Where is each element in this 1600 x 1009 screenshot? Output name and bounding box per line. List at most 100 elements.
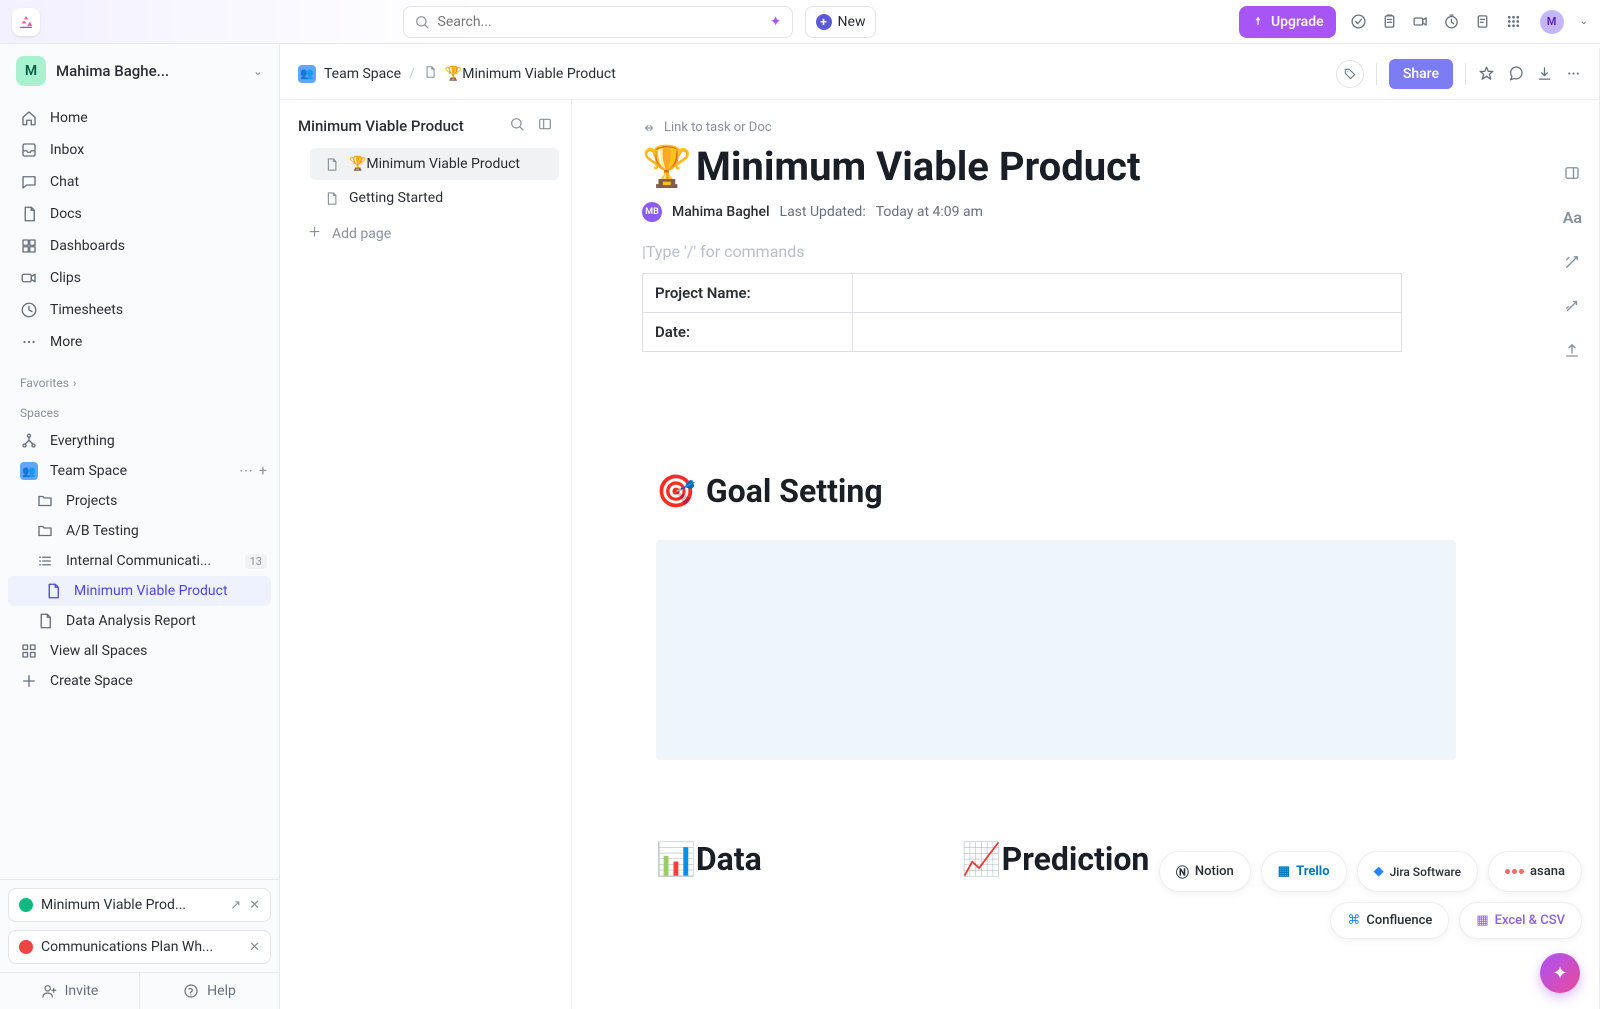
sidebar-item-clips[interactable]: Clips [8,262,271,294]
sidebar-toggle-icon[interactable] [537,116,553,136]
star-icon[interactable] [1478,65,1495,82]
data-heading[interactable]: 📊Data [656,840,762,878]
overflow-menu-icon[interactable] [1565,65,1582,82]
import-notion[interactable]: ⓃNotion [1159,851,1251,892]
new-button[interactable]: + New [805,6,877,38]
plus-icon: + [816,14,832,30]
breadcrumb-teamspace[interactable]: Team Space [324,66,401,82]
sidebar-item-timesheets[interactable]: Timesheets [8,294,271,326]
panel-icon[interactable] [1563,164,1582,182]
date-value[interactable] [853,313,1402,352]
invite-button[interactable]: Invite [0,973,139,1009]
space-projects[interactable]: Projects [0,486,279,516]
prediction-heading[interactable]: 📈Prediction [962,840,1150,878]
properties-table[interactable]: Project Name: Date: [642,273,1402,352]
view-all-spaces[interactable]: View all Spaces [0,636,279,666]
import-jira[interactable]: ◆Jira Software [1357,851,1478,892]
global-search[interactable]: ✦ [403,6,793,38]
trend-icon: 📈 [962,840,1002,878]
sidebar-item-dashboards[interactable]: Dashboards [8,230,271,262]
doc-title[interactable]: 🏆Minimum Viable Product [642,143,1540,190]
search-input[interactable] [438,14,770,30]
ai-fab-button[interactable]: ✦ [1540,953,1580,993]
upgrade-button[interactable]: Upgrade [1239,6,1336,38]
download-icon[interactable] [1536,65,1553,82]
sidebar-item-home[interactable]: Home [8,102,271,134]
space-mvp[interactable]: Minimum Viable Product [8,576,271,606]
doc-icon [44,582,62,600]
space-more-icon[interactable]: ⋯ [239,463,253,479]
space-internal-comm[interactable]: Internal Communicati...13 [0,546,279,576]
doc-icon [423,65,437,83]
search-icon[interactable] [509,116,525,136]
teamspace-icon[interactable]: 👥 [298,65,316,83]
updated-label: Last Updated: [780,204,866,220]
breadcrumb: 👥 Team Space / 🏆Minimum Viable Product [298,65,616,83]
chat-icon [20,173,38,191]
space-add-icon[interactable]: + [259,463,267,479]
timesheets-icon [20,301,38,319]
search-icon [414,14,430,30]
help-icon [183,983,199,999]
ai-sparkle-icon[interactable]: ✦ [770,14,782,30]
dashboards-icon [20,237,38,255]
goal-setting-block[interactable] [656,540,1456,760]
clock-icon[interactable] [1443,13,1460,30]
docnav-add-page[interactable]: Add page [295,216,559,251]
comment-icon[interactable] [1507,65,1524,82]
sparkle-icon: ✦ [1552,963,1567,984]
recent-doc-comm[interactable]: Communications Plan Wh... ✕ [8,930,271,964]
avatar-chevron-icon[interactable]: ⌄ [1580,16,1588,27]
docnav-item-getting-started[interactable]: Getting Started [310,182,559,214]
sidebar-item-inbox[interactable]: Inbox [8,134,271,166]
magic-icon[interactable] [1563,297,1582,315]
check-circle-icon[interactable] [1350,13,1367,30]
space-data-analysis[interactable]: Data Analysis Report [0,606,279,636]
import-trello[interactable]: ▦Trello [1261,851,1347,892]
project-name-value[interactable] [853,274,1402,313]
excel-logo-icon: ▦ [1476,913,1488,928]
wand-icon[interactable] [1563,253,1582,271]
space-everything[interactable]: Everything [0,426,279,456]
help-button[interactable]: Help [139,973,279,1009]
sidebar-item-more[interactable]: More [8,326,271,358]
clipboard-icon[interactable] [1381,13,1398,30]
clips-icon [20,269,38,287]
trophy-icon: 🏆 [642,143,692,190]
export-icon[interactable] [1563,341,1582,359]
user-avatar[interactable]: M [1540,10,1564,34]
docnav-item-mvp[interactable]: 🏆Minimum Viable Product [310,148,559,180]
author-name[interactable]: Mahima Baghel [672,204,770,220]
docnav-title: Minimum Viable Product [298,117,464,135]
record-icon[interactable] [1412,13,1429,30]
slash-command-hint[interactable]: |Type '/' for commands [642,242,1540,261]
import-excel[interactable]: ▦Excel & CSV [1459,902,1582,939]
close-icon[interactable]: ✕ [249,940,260,955]
chevron-down-icon: ⌄ [253,64,263,78]
tag-icon[interactable] [1336,60,1364,88]
sidebar-item-chat[interactable]: Chat [8,166,271,198]
share-button[interactable]: Share [1389,59,1453,89]
favorites-section[interactable]: Favorites› [0,366,279,396]
space-ab-testing[interactable]: A/B Testing [0,516,279,546]
import-confluence[interactable]: ⌘Confluence [1330,902,1449,939]
breadcrumb-doc[interactable]: 🏆Minimum Viable Product [445,66,616,82]
sidebar-item-docs[interactable]: Docs [8,198,271,230]
recent-doc-mvp[interactable]: Minimum Viable Prod... ↗ ✕ [8,888,271,922]
plus-icon [307,224,322,243]
typography-icon[interactable]: Aa [1563,208,1582,227]
apps-grid-icon[interactable] [1505,13,1522,30]
author-avatar[interactable]: MB [642,202,662,222]
create-space[interactable]: Create Space [0,666,279,696]
goal-setting-heading[interactable]: 🎯Goal Setting [656,472,1540,510]
workspace-switcher[interactable]: M Mahima Baghe... ⌄ [0,44,279,98]
spaces-section: Spaces [0,396,279,426]
close-icon[interactable]: ✕ [249,898,260,913]
space-teamspace[interactable]: 👥 Team Space ⋯+ [0,456,279,486]
import-asana[interactable]: asana [1488,851,1582,892]
network-icon [20,432,38,450]
open-external-icon[interactable]: ↗ [230,898,241,913]
notepad-icon[interactable] [1474,13,1491,30]
link-to-task[interactable]: Link to task or Doc [642,120,1540,135]
app-logo[interactable] [12,8,40,36]
